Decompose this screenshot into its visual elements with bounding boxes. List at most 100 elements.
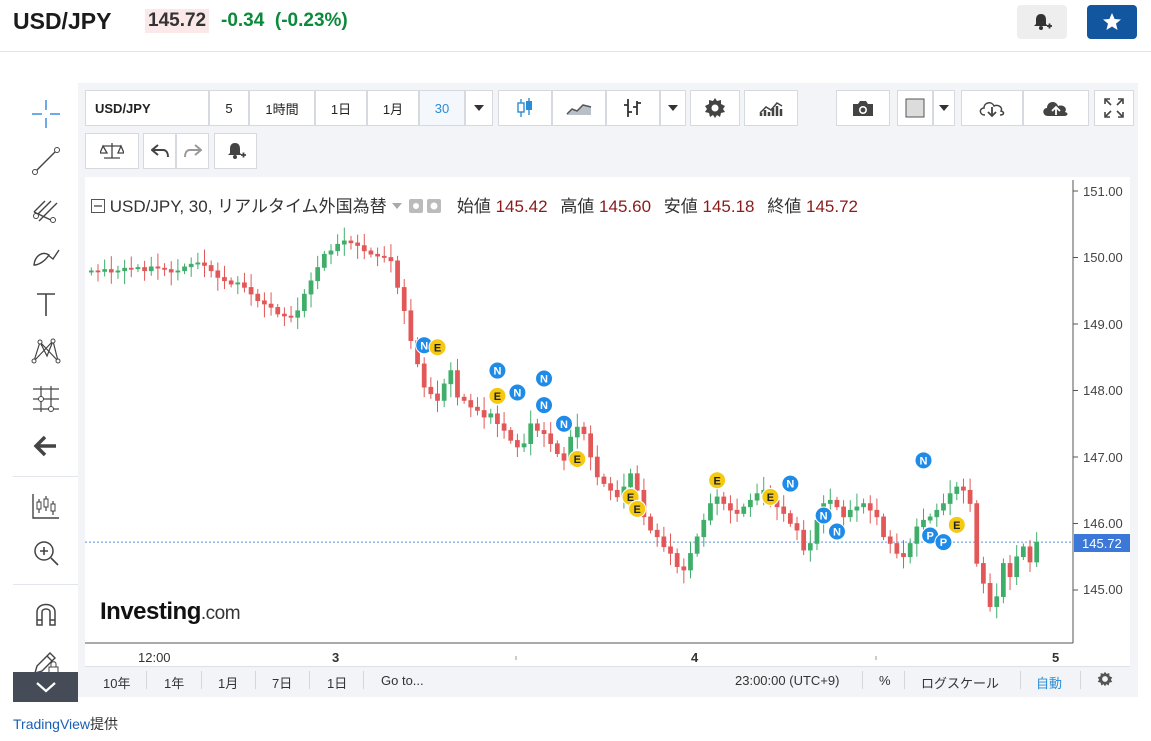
candle-body [315,267,321,282]
candle-body [268,303,274,308]
event-marker-label: E [574,454,581,466]
candle-body [255,293,261,302]
range-1d[interactable]: 1日 [327,673,347,692]
candle-body [574,426,580,438]
y-tick-label: 147.00 [1083,450,1123,465]
candle-body [907,543,913,558]
range-7d[interactable]: 7日 [272,673,292,692]
candle-body [554,443,560,454]
logo-suffix: .com [200,603,241,624]
candle-body [941,503,946,511]
candle-body [847,509,853,518]
percent-scale-toggle[interactable]: % [879,673,891,688]
caret-down-icon[interactable] [391,202,403,210]
range-1m[interactable]: 1月 [218,673,238,692]
y-tick-label: 150.00 [1083,250,1123,265]
candle-body [734,509,740,514]
range-1y[interactable]: 1年 [164,673,184,692]
candle-body [548,433,554,445]
candle-body [395,260,400,288]
candle-body [721,496,727,504]
candle-body [961,486,966,491]
candle-body [421,363,427,388]
candle-body [934,509,940,518]
candle-body [282,313,287,317]
scale-settings-button[interactable] [1097,671,1113,692]
candle-body [262,300,267,305]
divider [146,671,147,689]
candle-body [148,266,154,272]
current-price-tag: 145.72 [1074,534,1130,552]
event-marker-label: E [434,342,441,354]
event-marker-label: N [493,366,501,378]
candle-body [954,486,960,494]
candle-body [388,257,394,262]
candle-body [108,269,114,273]
credit-suffix: 提供 [90,716,119,732]
open-label: 始値 [456,197,491,216]
y-tick-label: 148.00 [1083,383,1123,398]
range-10y[interactable]: 10年 [103,673,130,692]
candle-body [175,270,181,273]
divider [201,671,202,689]
candle-body [701,519,707,538]
divider [1020,671,1021,689]
candle-body [508,430,514,441]
candle-body [455,370,460,398]
x-tick-label: 12:00 [138,650,171,665]
candle-body [794,523,800,531]
tradingview-link[interactable]: TradingView [13,716,90,732]
event-marker-label: E [494,391,501,403]
candle-body [202,262,207,266]
candle-body [335,243,341,252]
candle-body [142,267,147,272]
candle-body [481,410,487,418]
close-label: 終値 [767,197,802,216]
event-marker-label: N [786,479,794,491]
candle-body [361,245,367,252]
candle-body [947,493,953,504]
x-tick-label: 3 [332,650,340,665]
candle-body [807,543,813,551]
candle-body [881,516,886,538]
candle-body [754,493,760,501]
event-marker-label: E [713,475,720,487]
candle-body [341,240,347,245]
candle-body [501,423,507,431]
clock-time[interactable]: 23:00:00 (UTC+9) [735,673,839,688]
candle-body [448,370,454,385]
candle-body [295,310,301,318]
log-scale-toggle[interactable]: ログスケール [921,673,999,692]
candle-body [288,315,294,318]
y-tick-label: 146.00 [1083,516,1123,531]
event-marker-label: N [513,387,521,399]
event-marker-label: N [540,400,548,412]
x-tick-label: 4 [691,650,699,665]
event-marker-label: N [820,511,828,523]
auto-scale-toggle[interactable]: 自動 [1036,673,1062,692]
candle-body [728,503,733,511]
legend-title: USD/JPY, 30, リアルタイム外国為替 [109,197,387,216]
candle-body [867,503,873,511]
event-marker-label: E [953,520,960,532]
candle-body [162,267,167,270]
candle-body [628,473,633,488]
candle-body [228,280,234,285]
candle-body [435,393,440,401]
candle-body [688,553,693,571]
candle-body [381,255,387,258]
collapse-square-icon[interactable] [91,199,105,213]
event-marker-label: N [560,419,568,431]
goto-date-button[interactable]: Go to... [381,673,424,688]
price-chart[interactable]: N ENE NNNNEEEEENNNNPPE [0,0,1151,741]
candle-body [321,253,327,268]
candle-body [741,506,747,514]
candle-body [495,413,500,425]
candle-body [1034,541,1040,563]
candle-body [714,496,720,504]
candle-body [661,536,667,548]
low-label: 安値 [663,197,698,216]
candle-body [275,307,281,315]
legend-eye-settings-icon[interactable] [408,198,444,214]
candle-body [814,519,820,544]
